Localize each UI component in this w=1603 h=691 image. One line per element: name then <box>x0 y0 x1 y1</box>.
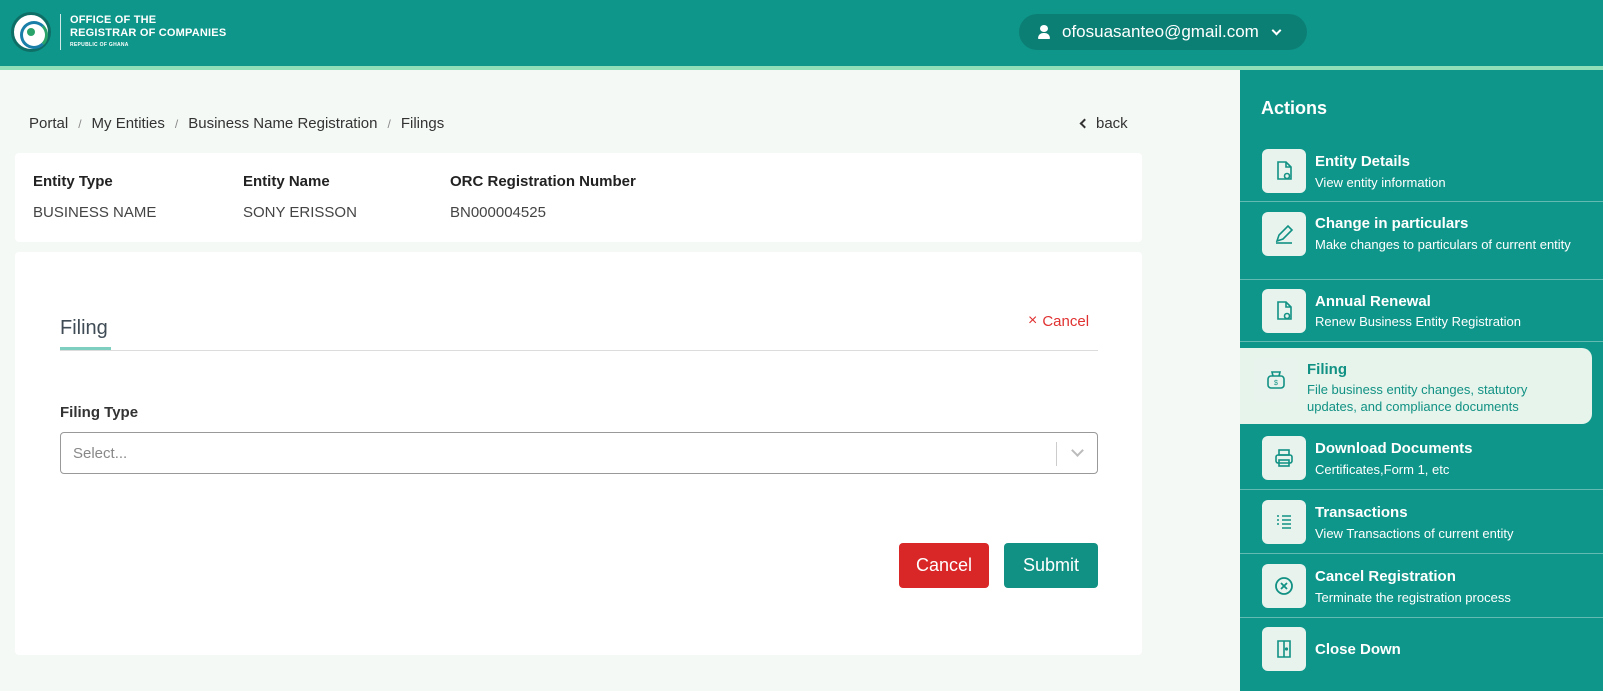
back-label: back <box>1096 115 1128 132</box>
circle-x-icon <box>1262 564 1306 608</box>
tab-cancel-label: Cancel <box>1042 312 1090 330</box>
action-download-documents[interactable]: Download Documents Certificates,Form 1, … <box>1240 426 1603 490</box>
list-icon <box>1262 500 1306 544</box>
breadcrumb-my-entities[interactable]: My Entities <box>92 115 165 132</box>
breadcrumb-separator: / <box>387 116 391 131</box>
action-cancel-registration[interactable]: Cancel Registration Terminate the regist… <box>1240 554 1603 618</box>
filing-type-label: Filing Type <box>60 404 139 421</box>
user-menu-button[interactable]: ofosuasanteo@gmail.com <box>1019 14 1307 50</box>
filing-form-card: Filing × Cancel Filing Type Select... Ca… <box>15 252 1142 655</box>
action-title: Transactions <box>1315 504 1408 521</box>
action-title: Change in particulars <box>1315 215 1469 232</box>
user-icon <box>1037 25 1051 39</box>
action-annual-renewal[interactable]: Annual Renewal Renew Business Entity Reg… <box>1240 280 1603 342</box>
logo-line3: REPUBLIC OF GHANA <box>70 42 129 48</box>
action-entity-details[interactable]: Entity Details View entity information <box>1240 139 1603 202</box>
tab-divider <box>60 350 1098 351</box>
action-title: Entity Details <box>1315 153 1411 170</box>
logo-divider <box>60 14 61 50</box>
action-description: File business entity changes, statutory … <box>1307 382 1528 414</box>
document-eye-icon <box>1262 289 1306 333</box>
chevron-left-icon <box>1079 118 1090 129</box>
breadcrumb-business-name-registration[interactable]: Business Name Registration <box>188 115 377 132</box>
entity-name-column: Entity Name SONY ERISSON <box>243 173 357 221</box>
chevron-down-icon <box>1271 25 1282 35</box>
action-filing[interactable]: $ Filing File business entity changes, s… <box>1240 348 1592 424</box>
action-title: Annual Renewal <box>1315 293 1431 310</box>
registration-number-value: BN000004525 <box>450 204 546 221</box>
entity-info-card: Entity Type BUSINESS NAME Entity Name SO… <box>15 153 1142 242</box>
orc-logo[interactable] <box>11 12 51 52</box>
money-bag-icon: $ <box>1254 358 1298 402</box>
entity-type-value: BUSINESS NAME <box>33 204 157 221</box>
entity-type-column: Entity Type BUSINESS NAME <box>33 173 156 221</box>
registration-number-label: ORC Registration Number <box>450 173 636 190</box>
pencil-icon <box>1262 212 1306 256</box>
action-description: Certificates,Form 1, etc <box>1315 462 1450 477</box>
entity-name-label: Entity Name <box>243 173 330 190</box>
svg-text:$: $ <box>1274 380 1278 387</box>
back-link[interactable]: back <box>1079 115 1128 132</box>
sidebar-title: Actions <box>1261 98 1328 118</box>
door-icon <box>1262 627 1306 671</box>
tab-filing[interactable]: Filing <box>60 317 108 340</box>
action-transactions[interactable]: Transactions View Transactions of curren… <box>1240 490 1603 554</box>
top-header: OFFICE OF THE REGISTRAR OF COMPANIES REP… <box>0 0 1603 66</box>
action-title: Filing <box>1307 361 1347 378</box>
breadcrumb: Portal / My Entities / Business Name Reg… <box>29 115 444 132</box>
close-icon: × <box>1028 312 1038 329</box>
printer-icon <box>1262 436 1306 480</box>
action-description: View entity information <box>1315 175 1446 190</box>
tab-cancel-link[interactable]: × Cancel <box>1028 312 1089 330</box>
logo-text: OFFICE OF THE REGISTRAR OF COMPANIES REP… <box>70 14 226 50</box>
cancel-button[interactable]: Cancel <box>899 543 989 588</box>
entity-type-label: Entity Type <box>33 173 113 190</box>
breadcrumb-separator: / <box>78 116 82 131</box>
action-close-down[interactable]: Close Down <box>1240 618 1603 691</box>
action-description: Terminate the registration process <box>1315 590 1511 605</box>
breadcrumb-filings: Filings <box>400 115 445 132</box>
registration-number-column: ORC Registration Number BN000004525 <box>450 173 636 221</box>
filing-type-placeholder: Select... <box>73 445 128 462</box>
action-title: Cancel Registration <box>1315 568 1456 585</box>
chevron-down-icon[interactable] <box>1071 444 1084 457</box>
action-change-in-particulars[interactable]: Change in particulars Make changes to pa… <box>1240 202 1603 280</box>
submit-button[interactable]: Submit <box>1004 543 1098 588</box>
document-eye-icon <box>1262 149 1306 193</box>
logo-line1: OFFICE OF THE <box>70 14 157 26</box>
actions-sidebar: Actions Entity Details View entity infor… <box>1240 70 1603 691</box>
breadcrumb-separator: / <box>174 116 179 131</box>
select-separator <box>1056 442 1057 466</box>
user-email: ofosuasanteo@gmail.com <box>1062 22 1259 41</box>
action-title: Download Documents <box>1315 440 1473 457</box>
breadcrumb-portal[interactable]: Portal <box>29 115 68 132</box>
action-description: View Transactions of current entity <box>1315 526 1514 541</box>
action-description: Renew Business Entity Registration <box>1315 314 1521 329</box>
action-description: Make changes to particulars of current e… <box>1315 237 1571 252</box>
action-title: Close Down <box>1315 641 1401 658</box>
logo-line2: REGISTRAR OF COMPANIES <box>70 27 227 39</box>
entity-name-value: SONY ERISSON <box>243 204 357 221</box>
filing-type-select[interactable]: Select... <box>60 432 1098 474</box>
